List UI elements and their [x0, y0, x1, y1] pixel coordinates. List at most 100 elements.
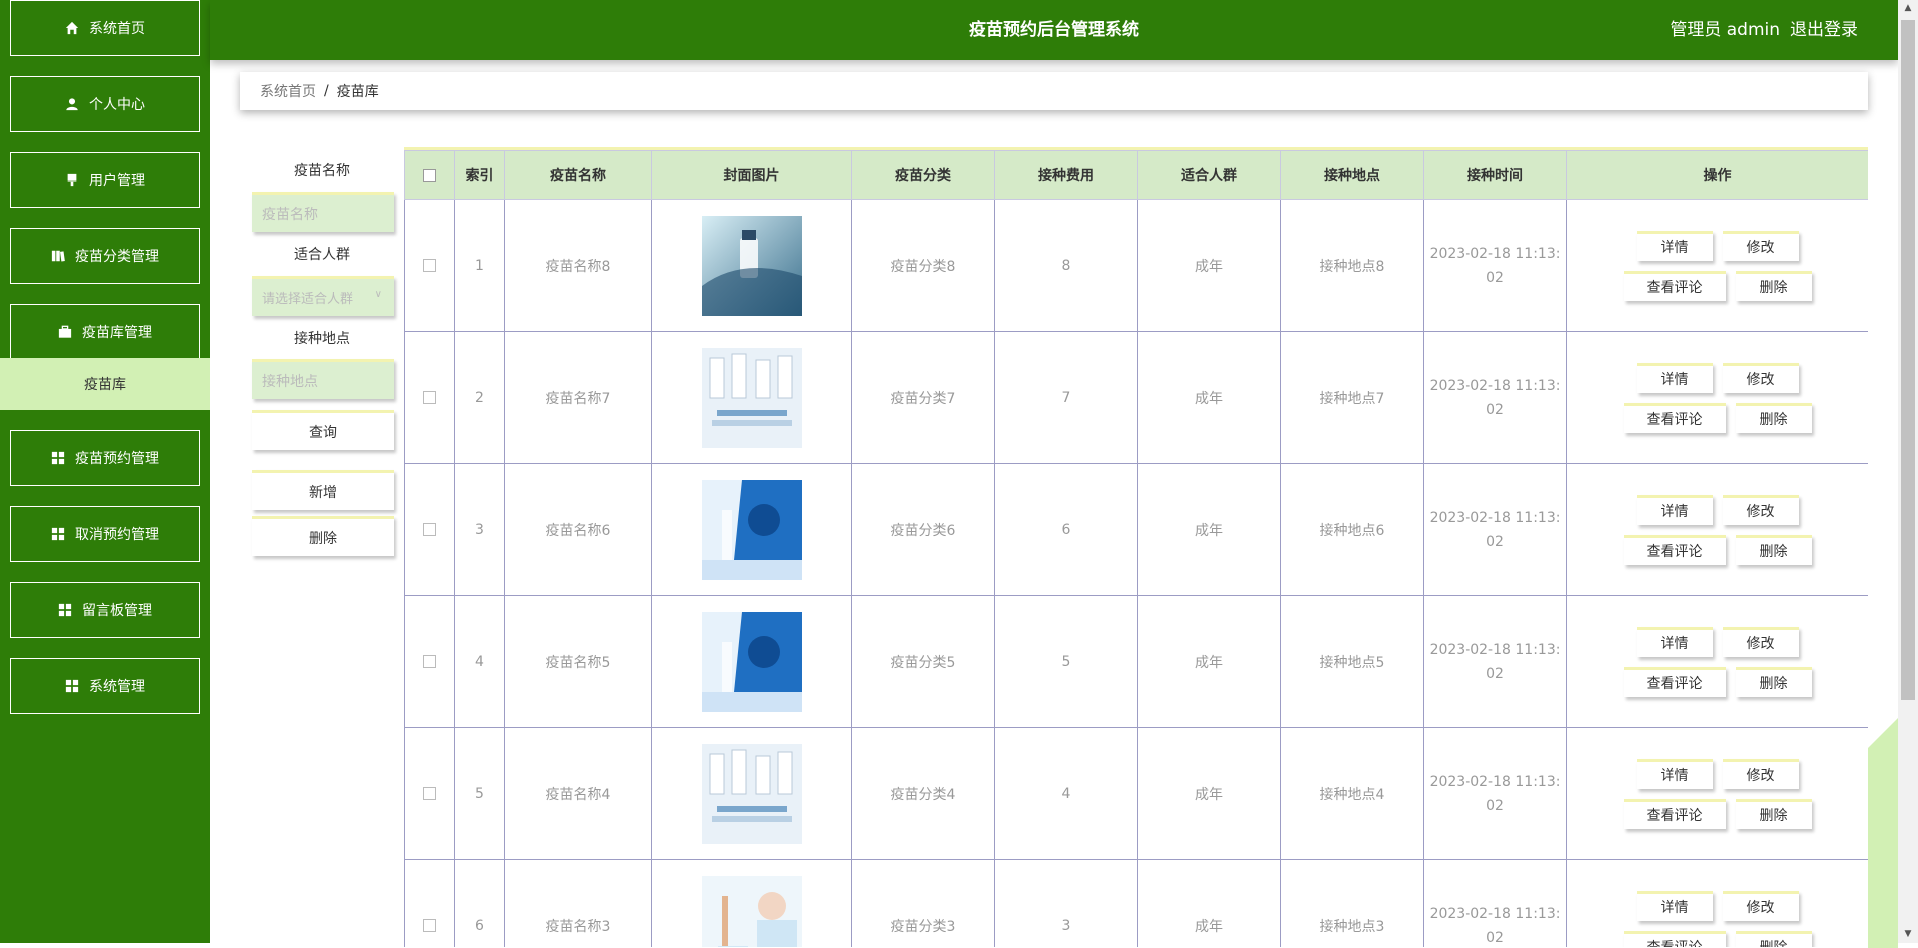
- actions-group: 详情修改查看评论删除: [1567, 494, 1868, 565]
- row-delete-button[interactable]: 删除: [1735, 534, 1812, 565]
- actions-cell: 详情修改查看评论删除: [1566, 199, 1868, 332]
- app-title: 疫苗预约后台管理系统: [969, 20, 1139, 40]
- actions-cell: 详情修改查看评论删除: [1566, 727, 1868, 860]
- vertical-scrollbar[interactable]: ▲ ▼: [1898, 0, 1918, 943]
- book-icon: [51, 250, 65, 262]
- crowd-cell: 成年: [1137, 463, 1281, 596]
- index-cell: 6: [454, 859, 505, 947]
- brush-icon: [67, 173, 77, 187]
- place-input[interactable]: 接种地点: [252, 359, 394, 399]
- view-comments-button[interactable]: 查看评论: [1623, 798, 1726, 829]
- select-all-checkbox[interactable]: [423, 168, 436, 182]
- vaccine-table: 索引 疫苗名称 封面图片 疫苗分类 接种费用 适合人群 接种地点 接种时间 操作…: [404, 147, 1868, 947]
- place-cell: 接种地点7: [1280, 331, 1424, 464]
- time-cell: 2023-02-18 11:13: 02: [1423, 595, 1567, 728]
- fee-cell: 4: [994, 727, 1138, 860]
- edit-button[interactable]: 修改: [1722, 494, 1799, 525]
- sidebar-item-label: 取消预约管理: [75, 527, 159, 543]
- sidebar-item-cancel-appointments[interactable]: 取消预约管理: [10, 506, 200, 562]
- row-delete-button[interactable]: 删除: [1735, 270, 1812, 301]
- actions-row: 详情 修改: [1636, 758, 1799, 789]
- edit-button[interactable]: 修改: [1722, 230, 1799, 261]
- row-delete-button[interactable]: 删除: [1735, 402, 1812, 433]
- actions-row: 查看评论删除: [1623, 534, 1812, 565]
- sidebar-item-vaccine-category[interactable]: 疫苗分类管理: [10, 228, 200, 284]
- actions-row: 详情 修改: [1636, 626, 1799, 657]
- detail-button[interactable]: 详情: [1636, 494, 1713, 525]
- row-delete-button[interactable]: 删除: [1735, 930, 1812, 947]
- view-comments-button[interactable]: 查看评论: [1623, 534, 1726, 565]
- chevron-down-icon: ∨: [374, 289, 382, 300]
- detail-button[interactable]: 详情: [1636, 362, 1713, 393]
- time-line-1: 2023-02-18 11:13:: [1429, 773, 1561, 790]
- scroll-down-arrow-icon[interactable]: ▼: [1898, 926, 1918, 943]
- cover-cell: [651, 595, 852, 728]
- edit-button[interactable]: 修改: [1722, 890, 1799, 921]
- submenu-item-vaccine-library[interactable]: 疫苗库: [0, 358, 210, 410]
- category-cell: 疫苗分类6: [851, 463, 995, 596]
- view-comments-button[interactable]: 查看评论: [1623, 402, 1726, 433]
- vaccine-name-cell: 疫苗名称4: [504, 727, 652, 860]
- crowd-select[interactable]: 请选择适合人群 ∨: [252, 276, 394, 316]
- table-row: 3 疫苗名称6 疫苗分类6 6 成年 接种地点6 2023-02-18 11:13: 02 详情…: [404, 463, 1868, 596]
- breadcrumb-home[interactable]: 系统首页: [260, 81, 316, 101]
- user-label: 管理员 admin: [1670, 20, 1780, 40]
- cover-cell: [651, 331, 852, 464]
- crowd-cell: 成年: [1137, 595, 1281, 728]
- table-row: 2 疫苗名称7 疫苗分类7 7 成年 接种地点7 2023-02-18 11:13: 02 详情…: [404, 331, 1868, 464]
- scrollbar-thumb[interactable]: [1901, 20, 1915, 700]
- logout-link[interactable]: 退出登录: [1790, 0, 1858, 60]
- row-checkbox[interactable]: [423, 655, 436, 668]
- sidebar-item-label: 用户管理: [89, 173, 145, 189]
- row-checkbox[interactable]: [423, 787, 436, 800]
- category-cell: 疫苗分类7: [851, 331, 995, 464]
- edit-button[interactable]: 修改: [1722, 626, 1799, 657]
- time-cell: 2023-02-18 11:13: 02: [1423, 859, 1567, 947]
- sidebar-item-system[interactable]: 系统管理: [10, 658, 200, 714]
- decorative-corner: [1868, 718, 1898, 948]
- edit-button[interactable]: 修改: [1722, 362, 1799, 393]
- add-button[interactable]: 新增: [252, 470, 394, 510]
- row-select-cell: [404, 199, 455, 332]
- row-checkbox[interactable]: [423, 523, 436, 536]
- view-comments-button[interactable]: 查看评论: [1623, 930, 1726, 947]
- delete-button[interactable]: 删除: [252, 516, 394, 556]
- sidebar-item-message-board[interactable]: 留言板管理: [10, 582, 200, 638]
- sidebar-item-label: 疫苗预约管理: [75, 451, 159, 467]
- time-line-1: 2023-02-18 11:13:: [1429, 905, 1561, 922]
- detail-button[interactable]: 详情: [1636, 230, 1713, 261]
- scroll-up-arrow-icon[interactable]: ▲: [1898, 0, 1918, 17]
- row-checkbox[interactable]: [423, 919, 436, 932]
- sidebar-item-profile[interactable]: 个人中心: [10, 76, 200, 132]
- query-button[interactable]: 查询: [252, 410, 394, 450]
- sidebar-item-home[interactable]: 系统首页: [10, 0, 200, 56]
- actions-row: 查看评论删除: [1623, 930, 1812, 947]
- actions-row: 详情 修改: [1636, 230, 1799, 261]
- time-line-1: 2023-02-18 11:13:: [1429, 641, 1561, 658]
- time-line-2: 02: [1486, 665, 1504, 682]
- view-comments-button[interactable]: 查看评论: [1623, 270, 1726, 301]
- vaccine-name-cell: 疫苗名称7: [504, 331, 652, 464]
- row-checkbox[interactable]: [423, 259, 436, 272]
- row-delete-button[interactable]: 删除: [1735, 798, 1812, 829]
- detail-button[interactable]: 详情: [1636, 626, 1713, 657]
- sidebar-item-users[interactable]: 用户管理: [10, 152, 200, 208]
- fee-cell: 6: [994, 463, 1138, 596]
- time-line-1: 2023-02-18 11:13:: [1429, 509, 1561, 526]
- vaccine-name-input[interactable]: 疫苗名称: [252, 192, 394, 232]
- select-all-cell: [404, 150, 455, 200]
- row-delete-button[interactable]: 删除: [1735, 666, 1812, 697]
- cover-image: [701, 875, 802, 947]
- sidebar-item-vaccine-library[interactable]: 疫苗库管理: [10, 304, 200, 360]
- row-checkbox[interactable]: [423, 391, 436, 404]
- index-cell: 5: [454, 727, 505, 860]
- detail-button[interactable]: 详情: [1636, 758, 1713, 789]
- edit-button[interactable]: 修改: [1722, 758, 1799, 789]
- category-cell: 疫苗分类3: [851, 859, 995, 947]
- place-cell: 接种地点3: [1280, 859, 1424, 947]
- actions-group: 详情修改查看评论删除: [1567, 626, 1868, 697]
- column-header: 适合人群: [1137, 150, 1281, 200]
- detail-button[interactable]: 详情: [1636, 890, 1713, 921]
- sidebar-item-appointments[interactable]: 疫苗预约管理: [10, 430, 200, 486]
- view-comments-button[interactable]: 查看评论: [1623, 666, 1726, 697]
